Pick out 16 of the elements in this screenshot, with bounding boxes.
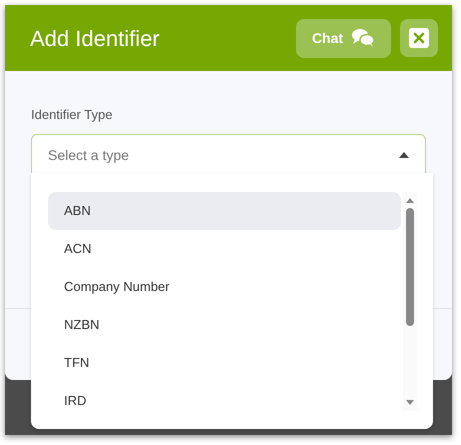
dropdown-option[interactable]: ABN — [48, 192, 401, 230]
scroll-down-icon — [406, 400, 414, 405]
select-placeholder: Select a type — [48, 146, 130, 165]
dropdown-option[interactable]: ACN — [48, 230, 401, 268]
scroll-up-icon — [406, 198, 414, 203]
close-button[interactable] — [400, 19, 438, 57]
chat-bubbles-icon — [351, 28, 376, 48]
close-icon — [409, 28, 429, 48]
dropdown-option[interactable]: IRD — [48, 382, 401, 420]
dialog-title: Add Identifier — [30, 24, 161, 52]
dropdown-option[interactable]: Company Number — [48, 268, 401, 306]
field-label: Identifier Type — [31, 106, 114, 124]
dropdown-option[interactable]: NZBN — [48, 306, 401, 344]
scrollbar-thumb[interactable] — [406, 208, 414, 326]
scrollbar[interactable] — [403, 192, 417, 411]
dropdown-option[interactable]: TFN — [48, 344, 401, 382]
